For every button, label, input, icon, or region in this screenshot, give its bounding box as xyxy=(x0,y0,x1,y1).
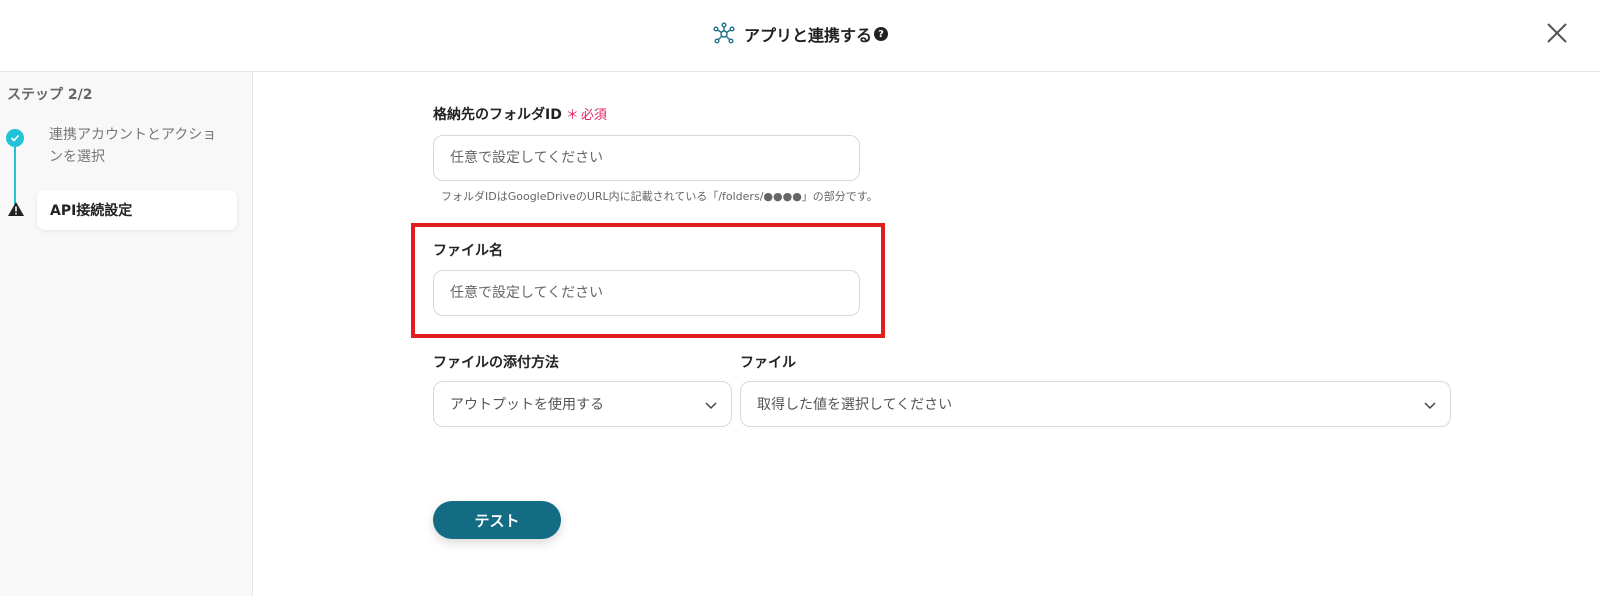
attach-method-value: アウトプットを使用する xyxy=(450,397,604,413)
step-connector-line xyxy=(14,138,16,208)
step-count: ステップ 2/2 xyxy=(7,87,93,103)
folder-id-input[interactable] xyxy=(433,135,860,181)
required-mark: ＊ xyxy=(565,108,579,123)
help-icon[interactable]: ? xyxy=(874,27,888,41)
page-title: アプリと連携する xyxy=(743,26,872,45)
file-select-value: 取得した値を選択してください xyxy=(757,397,953,413)
file-name-label: ファイル名 xyxy=(433,243,503,259)
attach-method-label: ファイルの添付方法 xyxy=(433,355,559,371)
step-2-label: API接続設定 xyxy=(50,203,133,219)
warning-icon xyxy=(8,202,24,216)
header-title-group: アプリと連携する ? xyxy=(0,20,1600,48)
folder-id-hint: フォルダIDはGoogleDriveのURL内に記載されている「/folders… xyxy=(441,190,878,203)
app-connect-icon xyxy=(713,22,735,44)
step-1-label[interactable]: 連携アカウントとアクションを選択 xyxy=(49,124,229,168)
folder-id-label-text: 格納先のフォルダID xyxy=(433,107,562,123)
chevron-down-icon xyxy=(1424,402,1436,410)
step-sidebar: ステップ 2/2 連携アカウントとアクションを選択 API接続設定 xyxy=(0,72,253,596)
required-badge: 必須 xyxy=(580,108,607,123)
file-select[interactable]: 取得した値を選択してください xyxy=(740,381,1451,427)
close-icon[interactable] xyxy=(1544,20,1570,46)
check-icon xyxy=(6,129,24,147)
chevron-down-icon xyxy=(705,402,717,410)
test-button[interactable]: テスト xyxy=(433,501,561,539)
file-label: ファイル xyxy=(740,355,796,371)
file-name-input[interactable] xyxy=(433,270,860,316)
modal-header: アプリと連携する ? xyxy=(0,0,1600,72)
folder-id-label: 格納先のフォルダID ＊必須 xyxy=(433,104,607,124)
attach-method-select[interactable]: アウトプットを使用する xyxy=(433,381,732,427)
step-2-item[interactable]: API接続設定 xyxy=(37,190,237,230)
